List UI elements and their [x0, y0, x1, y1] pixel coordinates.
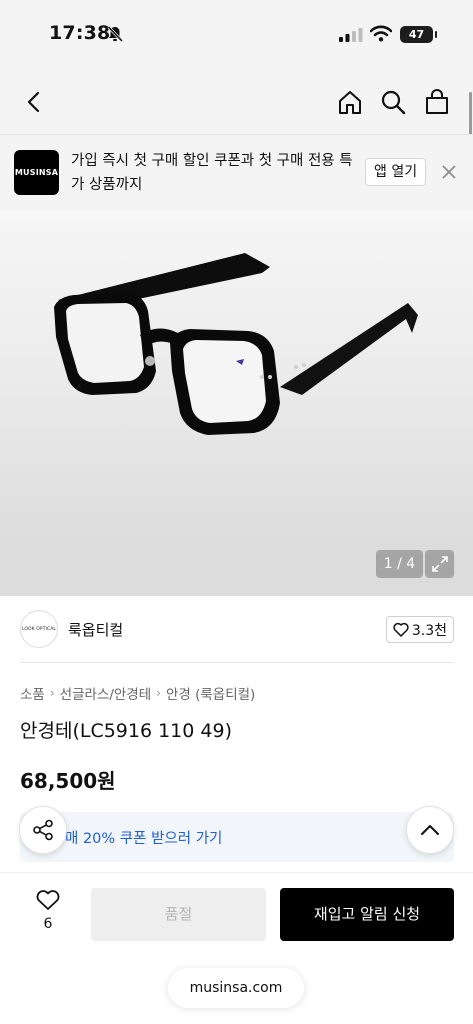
close-icon[interactable]	[440, 163, 458, 181]
share-icon	[33, 819, 53, 841]
chevron-right-icon: ›	[156, 686, 161, 700]
expand-icon[interactable]	[425, 550, 454, 578]
shopping-bag-icon[interactable]	[422, 87, 452, 117]
banner-message: 가입 즉시 첫 구매 할인 쿠폰과 첫 구매 전용 특가 상품까지	[71, 153, 353, 193]
brand-like-button[interactable]: 3.3천	[385, 616, 454, 643]
share-button[interactable]	[19, 806, 67, 854]
browser-url-bar[interactable]: musinsa.com	[168, 968, 304, 1008]
chevron-up-icon	[421, 825, 439, 835]
brand-logo[interactable]: LOOK OPTICAL	[20, 610, 58, 648]
heart-icon	[36, 890, 60, 910]
battery-icon: 47	[400, 26, 437, 43]
product-title: 안경테(LC5916 110 49)	[20, 720, 232, 742]
brand-name[interactable]: 룩옵티컬	[68, 619, 123, 640]
soldout-button: 품절	[91, 888, 266, 941]
heart-icon	[393, 622, 409, 637]
nav-bar	[0, 70, 473, 134]
open-app-button[interactable]: 앱 열기	[365, 158, 427, 186]
musinsa-logo: MUSINSA	[14, 150, 59, 195]
bell-slash-icon	[107, 25, 124, 43]
app-banner: MUSINSA 가입 즉시 첫 구매 할인 쿠폰과 첫 구매 전용 특가 상품까…	[0, 134, 473, 210]
restock-alert-button[interactable]: 재입고 알림 신청	[280, 888, 454, 941]
wifi-icon	[370, 25, 392, 42]
home-icon[interactable]	[335, 87, 365, 117]
status-time: 17:38	[49, 22, 111, 44]
product-image-gallery[interactable]: 1 / 4	[0, 210, 473, 596]
breadcrumb: 소품 › 선글라스/안경테 › 안경 (룩옵티컬)	[20, 683, 255, 703]
product-price: 68,500원	[20, 769, 116, 793]
product-glasses-image	[54, 253, 418, 435]
signal-icon	[339, 28, 363, 42]
breadcrumb-item[interactable]: 소품	[20, 683, 45, 703]
image-counter: 1 / 4	[376, 550, 423, 578]
chevron-right-icon: ›	[49, 686, 55, 700]
brand-like-count: 3.3천	[411, 622, 447, 639]
status-bar: 17:38 47	[0, 0, 473, 70]
wishlist-count: 6	[43, 916, 53, 932]
back-icon[interactable]	[20, 87, 50, 117]
coupon-text: 매 20% 쿠폰 받으러 가기	[65, 831, 223, 847]
coupon-banner[interactable]: 매 20% 쿠폰 받으러 가기	[20, 812, 454, 862]
scroll-top-button[interactable]	[406, 806, 454, 854]
wishlist-button[interactable]: 6	[30, 889, 66, 932]
search-icon[interactable]	[378, 87, 408, 117]
breadcrumb-item[interactable]: 안경 (룩옵티컬)	[166, 683, 255, 703]
brand-row: LOOK OPTICAL 룩옵티컬 3.3천	[20, 606, 454, 654]
divider	[20, 662, 454, 663]
breadcrumb-item[interactable]: 선글라스/안경테	[60, 683, 152, 703]
